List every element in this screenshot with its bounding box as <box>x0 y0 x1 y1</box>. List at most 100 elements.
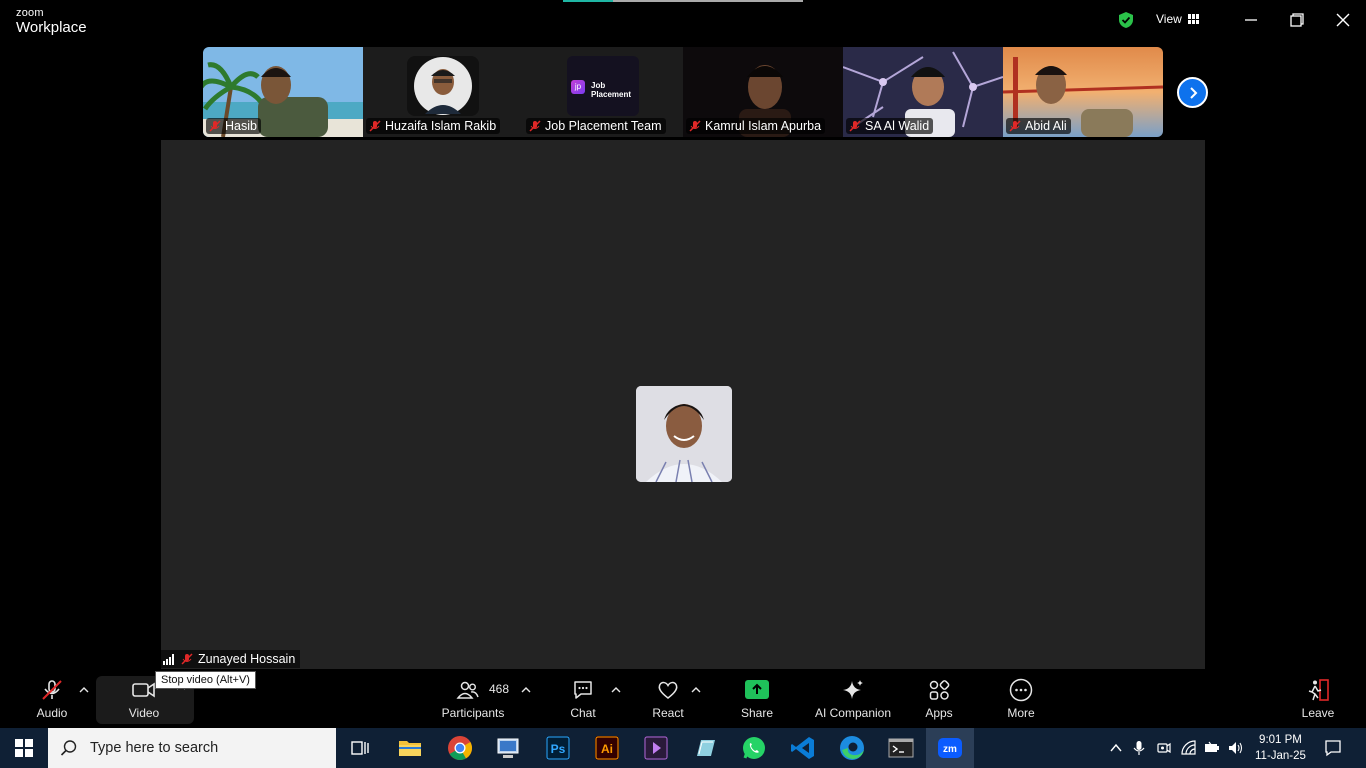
battery-icon[interactable] <box>1204 740 1220 756</box>
microphone-icon[interactable] <box>1131 740 1147 756</box>
audio-options-caret-icon[interactable] <box>79 686 89 694</box>
participant-name: Hasib <box>225 119 257 133</box>
react-button[interactable]: React <box>646 669 690 728</box>
taskbar-search-box[interactable]: Type here to search <box>48 728 336 768</box>
brand-zoom: zoom <box>16 7 44 19</box>
video-tooltip: Stop video (Alt+V) <box>155 671 256 689</box>
participants-count: 468 <box>489 682 510 696</box>
participant-name: Abid Ali <box>1025 119 1067 133</box>
title-bar: zoom Workplace View <box>0 0 1366 40</box>
chat-button[interactable]: Chat <box>562 669 604 728</box>
logo-text-placement: Placement <box>591 90 632 99</box>
clock-date: 11-Jan-25 <box>1255 750 1306 762</box>
audio-label: Audio <box>36 706 68 720</box>
share-label: Share <box>740 706 774 720</box>
more-button[interactable]: More <box>999 669 1043 728</box>
react-options-caret-icon[interactable] <box>691 686 701 694</box>
zoom-window: zoom Workplace View Hasib Huzaifa Islam … <box>0 0 1366 768</box>
leave-icon <box>1308 679 1329 701</box>
participants-label: Participants <box>441 706 505 720</box>
jp-mark-icon: jp <box>571 80 585 94</box>
share-screen-icon <box>745 680 769 699</box>
participant-name: SA Al Walid <box>865 119 930 133</box>
share-button[interactable]: Share <box>735 669 779 728</box>
edge-icon[interactable] <box>838 734 866 762</box>
job-placement-logo: jp Job Placement <box>567 56 639 116</box>
terminal-icon[interactable] <box>887 734 915 762</box>
system-clock[interactable]: 9:01 PM 11-Jan-25 <box>1255 732 1306 764</box>
video-editor-icon[interactable] <box>642 734 670 762</box>
zoom-app-icon[interactable]: zm <box>936 734 964 762</box>
file-explorer-icon[interactable] <box>396 734 424 762</box>
ai-companion-button[interactable]: AI Companion <box>812 669 894 728</box>
view-button[interactable]: View <box>1156 12 1199 26</box>
clock-time: 9:01 PM <box>1259 734 1302 746</box>
more-label: More <box>1007 706 1035 720</box>
participant-tile[interactable]: Hasib <box>203 47 363 137</box>
photoshop-icon[interactable]: Ps <box>544 734 572 762</box>
active-speaker-stage: Zunayed Hossain <box>161 140 1205 669</box>
participant-name-label: Job Placement Team <box>526 118 666 134</box>
minimize-icon[interactable] <box>1241 10 1261 30</box>
leave-button[interactable]: Leave <box>1296 669 1340 728</box>
next-page-button[interactable] <box>1177 77 1208 108</box>
search-icon <box>60 740 77 756</box>
more-icon <box>1009 678 1033 702</box>
mic-muted-icon <box>1009 120 1021 132</box>
grid-view-icon <box>1187 14 1199 24</box>
audio-button[interactable]: Audio <box>30 669 74 728</box>
chat-options-caret-icon[interactable] <box>611 686 621 694</box>
brand-workplace: Workplace <box>16 19 87 36</box>
video-label: Video <box>128 706 160 720</box>
participant-name: Huzaifa Islam Rakib <box>385 119 497 133</box>
logo-text-job: Job <box>591 81 606 90</box>
network-computer-icon[interactable] <box>494 734 522 762</box>
participant-tile[interactable]: jp Job Placement Job Placement Team <box>523 47 683 137</box>
notes-app-icon[interactable] <box>691 734 719 762</box>
video-camera-icon <box>132 682 155 698</box>
mic-muted-icon <box>42 680 62 700</box>
participant-tile[interactable]: Huzaifa Islam Rakib <box>363 47 523 137</box>
search-placeholder: Type here to search <box>90 740 219 756</box>
participant-tile[interactable]: Kamrul Islam Apurba <box>683 47 843 137</box>
participant-tile[interactable]: SA Al Walid <box>843 47 1003 137</box>
speaker-avatar <box>636 386 732 482</box>
apps-icon <box>929 680 950 700</box>
mic-muted-icon <box>181 653 193 665</box>
close-icon[interactable] <box>1333 10 1353 30</box>
speaker-name: Zunayed Hossain <box>198 652 296 666</box>
leave-label: Leave <box>1301 706 1335 720</box>
participant-name: Job Placement Team <box>545 119 662 133</box>
zoom-app-label: zm <box>943 744 957 755</box>
restore-icon[interactable] <box>1287 10 1307 30</box>
participant-name-label: Kamrul Islam Apurba <box>686 118 826 134</box>
windows-taskbar: Type here to search Ps Ai zm 9:01 PM 11-… <box>0 728 1366 768</box>
webcam-icon[interactable] <box>1156 740 1172 756</box>
participant-avatar <box>407 56 479 116</box>
app-logo: zoom Workplace <box>16 7 87 36</box>
start-button[interactable] <box>0 728 48 768</box>
participants-button[interactable]: Participants <box>440 669 506 728</box>
apps-button[interactable]: Apps <box>917 669 961 728</box>
illustrator-icon[interactable]: Ai <box>593 734 621 762</box>
mic-muted-icon <box>209 120 221 132</box>
whatsapp-icon[interactable] <box>740 734 768 762</box>
top-accent-bar <box>563 0 803 2</box>
chrome-icon[interactable] <box>446 734 474 762</box>
participant-name-label: Huzaifa Islam Rakib <box>366 118 501 134</box>
wifi-icon[interactable] <box>1181 740 1197 756</box>
chevron-up-icon[interactable] <box>1108 740 1124 756</box>
notification-icon[interactable] <box>1324 739 1342 757</box>
heart-icon <box>658 681 678 699</box>
participants-options-caret-icon[interactable] <box>521 686 531 694</box>
apps-label: Apps <box>925 706 953 720</box>
sparkle-icon <box>843 680 863 699</box>
ai-companion-label: AI Companion <box>814 706 892 720</box>
participant-tile[interactable]: Abid Ali <box>1003 47 1163 137</box>
task-view-icon[interactable] <box>346 734 374 762</box>
shield-check-icon[interactable] <box>1117 11 1135 29</box>
volume-icon[interactable] <box>1227 740 1243 756</box>
participant-strip: Hasib Huzaifa Islam Rakib jp Job Placeme… <box>203 47 1163 137</box>
illustrator-label: Ai <box>601 742 613 756</box>
vscode-icon[interactable] <box>789 734 817 762</box>
